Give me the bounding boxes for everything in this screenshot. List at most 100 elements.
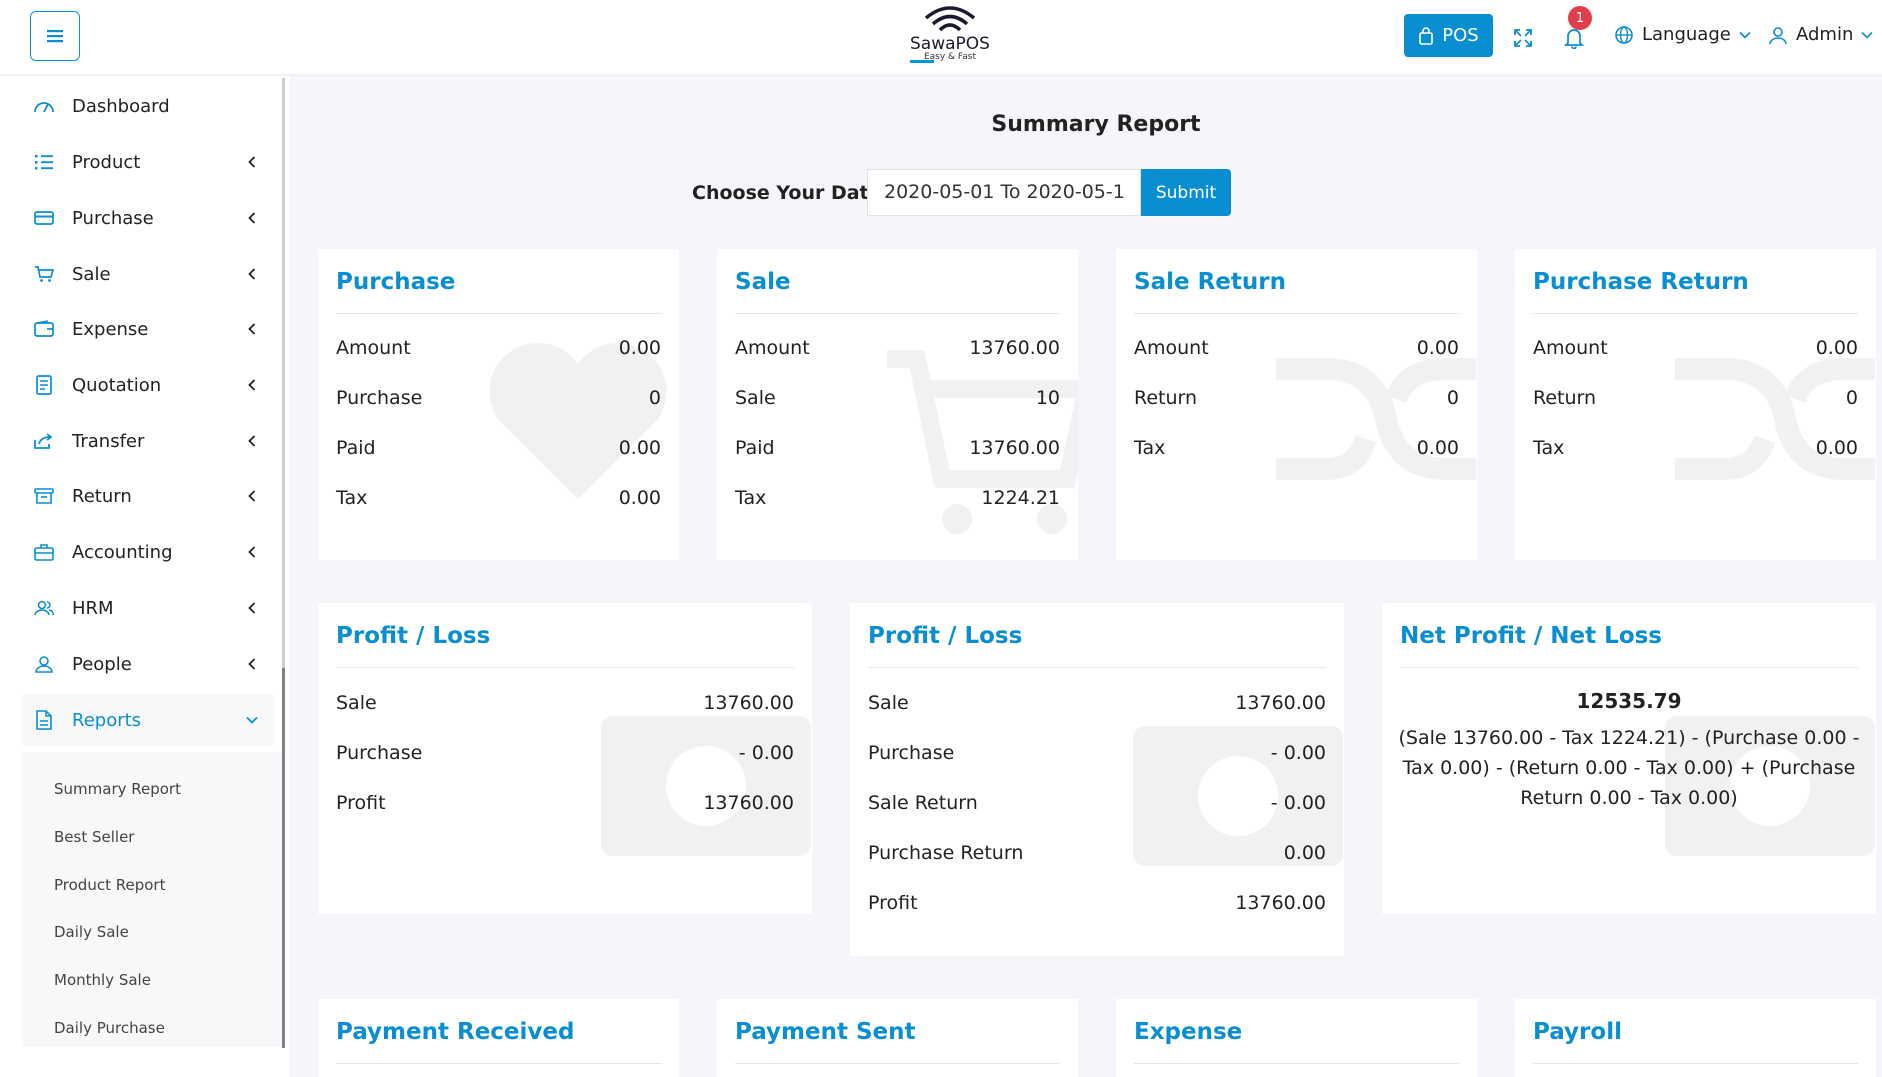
row-value: 0 [1446, 387, 1459, 409]
sidebar-item-expense[interactable]: Expense [22, 303, 274, 355]
hamburger-icon [47, 30, 63, 43]
row-value: 1224.21 [981, 487, 1060, 509]
row-label: Purchase [868, 742, 955, 764]
sidebar-item-label: HRM [72, 597, 114, 619]
sidebar-item-return[interactable]: Return [22, 470, 274, 522]
card-row: Tax 0.00 [1134, 437, 1459, 465]
submenu-item-daily-sale[interactable]: Daily Sale [54, 923, 129, 941]
sidebar-item-product[interactable]: Product [22, 136, 274, 188]
user-label: Admin [1796, 24, 1854, 45]
reports-submenu: Summary Report Best Seller Product Repor… [22, 752, 282, 1047]
row-label: Purchase [336, 742, 423, 764]
sidebar-item-label: Expense [72, 318, 149, 340]
date-range-input[interactable]: 2020-05-01 To 2020-05-1 [867, 169, 1141, 216]
row-label: Amount [336, 337, 411, 359]
card-divider [735, 313, 1060, 314]
logo-tagline: Easy & Fast [923, 52, 977, 62]
sidebar-item-accounting[interactable]: Accounting [22, 526, 274, 578]
row-value: - 0.00 [1270, 792, 1326, 814]
card-title: Expense [1134, 1019, 1243, 1045]
card-title: Profit / Loss [868, 623, 1023, 649]
sidebar-item-quotation[interactable]: Quotation [22, 359, 274, 411]
chevron-left-icon [242, 319, 262, 339]
card-title: Sale [735, 269, 791, 295]
sidebar-item-transfer[interactable]: Transfer [22, 415, 274, 467]
payment-received-card: Payment Received [318, 999, 679, 1077]
user-icon [1769, 26, 1787, 44]
card-divider [1533, 313, 1858, 314]
row-value: 0.00 [1283, 842, 1326, 864]
users-icon [32, 596, 56, 620]
pos-button[interactable]: POS [1404, 14, 1493, 57]
row-value: 13760.00 [969, 337, 1060, 359]
expense-card: Expense [1116, 999, 1477, 1077]
card-row: Return 0 [1533, 387, 1858, 415]
row-label: Profit [336, 792, 386, 814]
submenu-item-monthly-sale[interactable]: Monthly Sale [54, 971, 151, 989]
sidebar-item-sale[interactable]: Sale [22, 248, 274, 300]
sidebar-item-label: Reports [72, 709, 142, 731]
sidebar-item-label: Sale [72, 263, 111, 285]
sidebar-item-label: Transfer [72, 430, 145, 452]
profit-loss-card: Profit / Loss Sale 13760.00 Purchase - 0.0… [318, 603, 812, 914]
language-label: Language [1642, 24, 1731, 45]
card-row: Paid 13760.00 [735, 437, 1060, 465]
sale-return-card: Sale Return Amount 0.00 Return 0 Tax 0.00 [1116, 249, 1477, 560]
purchase-card: Purchase Amount 0.00 Purchase 0 Paid 0.00 T… [318, 249, 679, 560]
card-row: Return 0 [1134, 387, 1459, 415]
report-icon [32, 708, 56, 732]
sidebar-item-reports[interactable]: Reports [22, 694, 274, 746]
card-row: Sale 13760.00 [868, 692, 1326, 720]
page-title: Summary Report [991, 112, 1201, 137]
chevron-down-icon [1861, 31, 1873, 39]
profit-loss-detailed-card: Profit / Loss Sale 13760.00 Purchase - 0.0… [850, 603, 1344, 956]
card-row: Tax 0.00 [1533, 437, 1858, 465]
fullscreen-button[interactable] [1511, 26, 1535, 50]
hamburger-menu-button[interactable] [30, 11, 80, 61]
card-title: Payment Received [336, 1019, 575, 1045]
user-dropdown[interactable]: Admin [1768, 24, 1873, 45]
sidebar-item-purchase[interactable]: Purchase [22, 192, 274, 244]
user-icon [32, 652, 56, 676]
sidebar-scrollbar-thumb[interactable] [282, 668, 285, 1048]
chevron-down-icon [242, 710, 262, 730]
row-value: - 0.00 [1270, 742, 1326, 764]
card-row: Tax 0.00 [336, 487, 661, 515]
sidebar-item-hrm[interactable]: HRM [22, 582, 274, 634]
chevron-left-icon [242, 431, 262, 451]
sidebar-item-dashboard[interactable]: Dashboard [22, 80, 274, 132]
card-divider [336, 667, 794, 668]
row-label: Sale [336, 692, 377, 714]
card-row: Profit 13760.00 [868, 892, 1326, 920]
date-label: Choose Your Date [692, 182, 882, 204]
dashboard-icon [32, 94, 56, 118]
card-row: Tax 1224.21 [735, 487, 1060, 515]
card-row: Purchase - 0.00 [336, 742, 794, 770]
submenu-item-summary-report[interactable]: Summary Report [54, 780, 181, 798]
card-title: Payroll [1533, 1019, 1622, 1045]
sidebar-item-label: Purchase [72, 207, 154, 229]
card-title: Payment Sent [735, 1019, 916, 1045]
language-dropdown[interactable]: Language [1614, 24, 1751, 45]
row-label: Amount [1134, 337, 1209, 359]
card-row: Sale Return - 0.00 [868, 792, 1326, 820]
card-divider [1533, 1063, 1858, 1064]
bell-icon [1564, 29, 1584, 49]
payment-sent-card: Payment Sent [717, 999, 1078, 1077]
chevron-left-icon [242, 598, 262, 618]
app-logo[interactable]: SawaPOS Easy & Fast [890, 4, 1010, 72]
row-value: 0.00 [1416, 337, 1459, 359]
row-value: 13760.00 [703, 692, 794, 714]
card-title: Purchase [336, 269, 456, 295]
banknote-bg-icon [601, 716, 811, 856]
pos-label: POS [1442, 25, 1479, 46]
submit-button[interactable]: Submit [1141, 169, 1231, 216]
card-title: Net Profit / Net Loss [1400, 623, 1662, 649]
submenu-item-best-seller[interactable]: Best Seller [54, 828, 134, 846]
submenu-item-daily-purchase[interactable]: Daily Purchase [54, 1019, 165, 1037]
sidebar-item-label: Quotation [72, 374, 162, 396]
sidebar-item-people[interactable]: People [22, 638, 274, 690]
submenu-item-product-report[interactable]: Product Report [54, 876, 165, 894]
card-divider [868, 667, 1326, 668]
card-divider [336, 1063, 661, 1064]
